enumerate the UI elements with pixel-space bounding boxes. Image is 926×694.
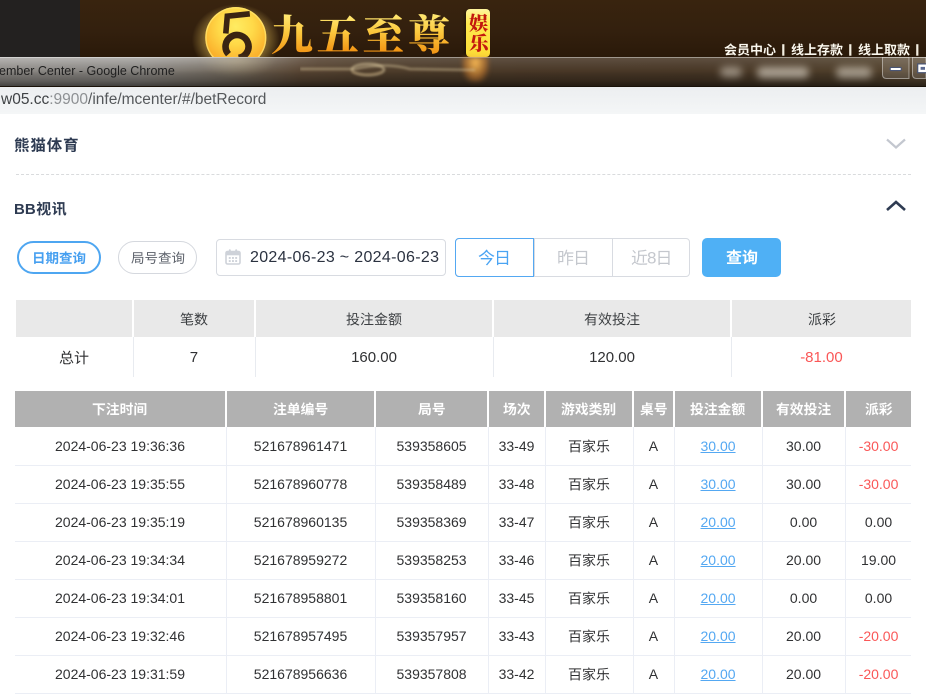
svg-text:8: 8: [647, 249, 656, 268]
svg-text:BB: BB: [14, 200, 36, 217]
